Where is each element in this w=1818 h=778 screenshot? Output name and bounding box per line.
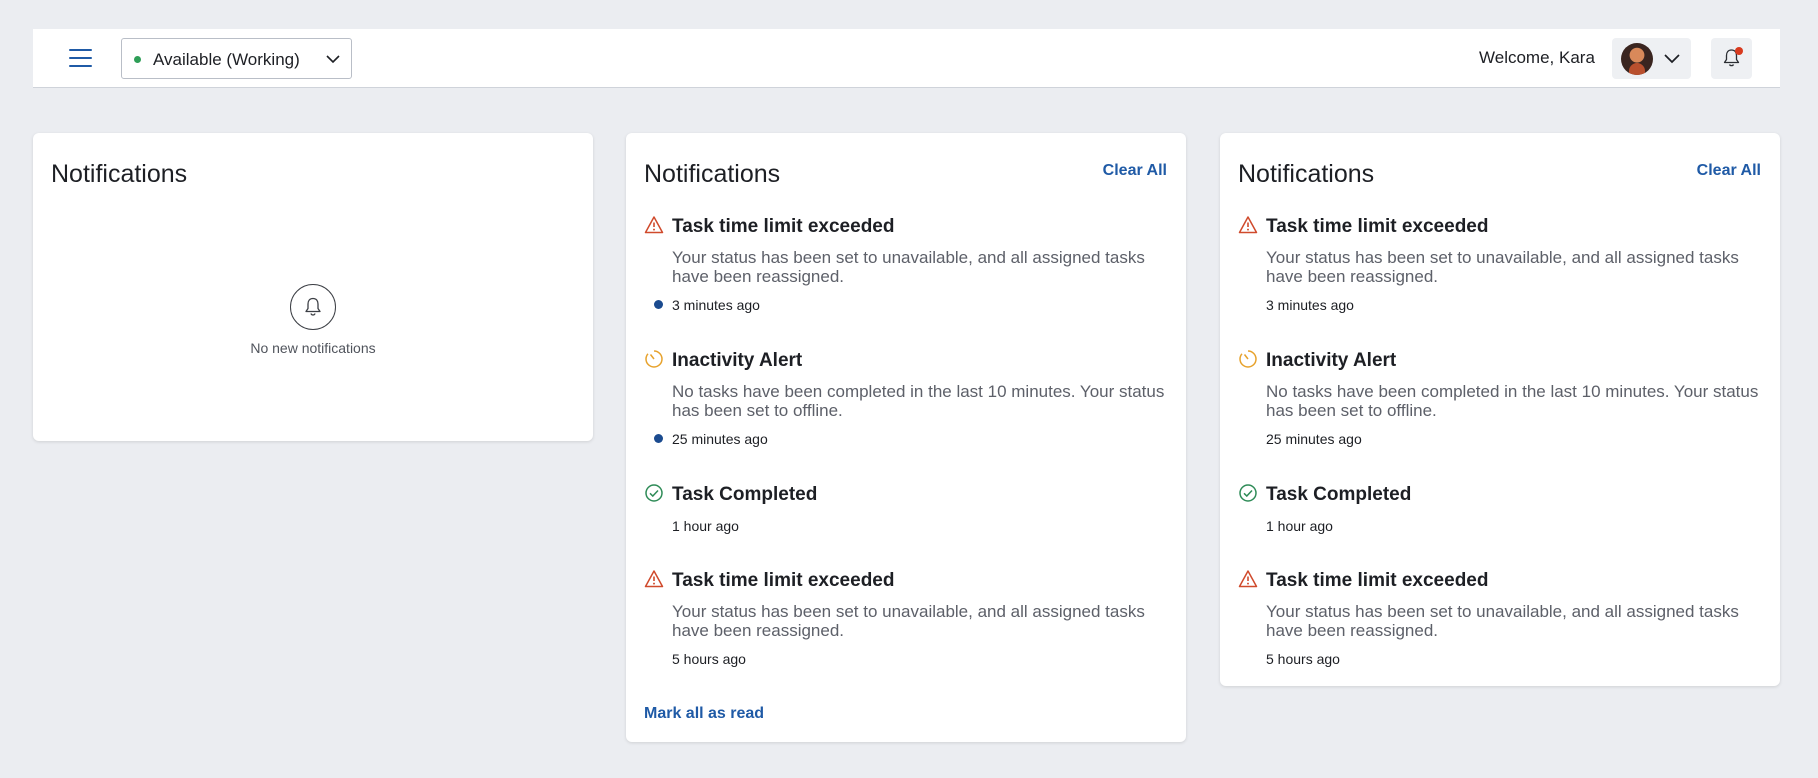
check-circle-icon bbox=[645, 484, 663, 502]
clear-all-link[interactable]: Clear All bbox=[1103, 162, 1167, 180]
notification-title: Task time limit exceeded bbox=[672, 216, 895, 237]
panel-title: Notifications bbox=[51, 160, 188, 188]
empty-bell-icon bbox=[290, 284, 336, 330]
warning-icon bbox=[644, 570, 664, 588]
avatar bbox=[1621, 43, 1653, 75]
notifications-panel-empty: Notifications No new notifications bbox=[33, 133, 593, 441]
timer-icon bbox=[645, 349, 663, 368]
warning-icon bbox=[1238, 570, 1258, 588]
notification-title: Task Completed bbox=[1266, 484, 1412, 505]
chevron-down-icon bbox=[1664, 54, 1680, 64]
mark-all-read-link[interactable]: Mark all as read bbox=[644, 705, 764, 723]
unread-dot-icon bbox=[654, 300, 663, 309]
top-bar: Available (Working) Welcome, Kara bbox=[33, 29, 1780, 88]
status-dropdown[interactable]: Available (Working) bbox=[121, 38, 352, 79]
status-dot-icon bbox=[134, 56, 141, 63]
notification-time: 5 hours ago bbox=[1266, 651, 1340, 667]
user-menu-button[interactable] bbox=[1612, 38, 1691, 79]
notification-title: Task time limit exceeded bbox=[672, 570, 895, 591]
hamburger-menu-icon[interactable] bbox=[67, 45, 95, 73]
notification-time: 25 minutes ago bbox=[672, 431, 768, 447]
status-label: Available (Working) bbox=[153, 50, 300, 69]
warning-icon bbox=[1238, 216, 1258, 234]
notification-time: 1 hour ago bbox=[672, 518, 739, 534]
notification-body: Your status has been set to unavailable,… bbox=[1266, 602, 1739, 640]
panel-title: Notifications bbox=[1238, 160, 1375, 188]
notification-title: Task time limit exceeded bbox=[1266, 216, 1489, 237]
notification-time: 5 hours ago bbox=[672, 651, 746, 667]
notification-time: 3 minutes ago bbox=[1266, 297, 1354, 313]
notification-badge bbox=[1735, 47, 1743, 55]
notification-title: Inactivity Alert bbox=[672, 350, 803, 371]
notification-body: No tasks have been completed in the last… bbox=[1266, 382, 1759, 420]
notification-time: 1 hour ago bbox=[1266, 518, 1333, 534]
notification-time: 25 minutes ago bbox=[1266, 431, 1362, 447]
notification-body: Your status has been set to unavailable,… bbox=[672, 602, 1145, 640]
notifications-panel-read: Notifications Clear All Task time limit … bbox=[1220, 133, 1780, 686]
notification-title: Task Completed bbox=[672, 484, 818, 505]
notifications-button[interactable] bbox=[1711, 38, 1752, 79]
empty-state-text: No new notifications bbox=[250, 340, 376, 356]
unread-dot-icon bbox=[654, 434, 663, 443]
notification-title: Task time limit exceeded bbox=[1266, 570, 1489, 591]
panel-title: Notifications bbox=[644, 160, 781, 188]
chevron-down-icon bbox=[326, 55, 340, 64]
notification-body: Your status has been set to unavailable,… bbox=[1266, 248, 1739, 286]
notification-body: Your status has been set to unavailable,… bbox=[672, 248, 1145, 286]
notification-time: 3 minutes ago bbox=[672, 297, 760, 313]
welcome-text: Welcome, Kara bbox=[1479, 48, 1595, 67]
timer-icon bbox=[1239, 349, 1257, 368]
notification-body: No tasks have been completed in the last… bbox=[672, 382, 1165, 420]
warning-icon bbox=[644, 216, 664, 234]
notifications-panel-unread: Notifications Clear All Task time limit … bbox=[626, 133, 1186, 742]
clear-all-link[interactable]: Clear All bbox=[1697, 162, 1761, 180]
check-circle-icon bbox=[1239, 484, 1257, 502]
notification-title: Inactivity Alert bbox=[1266, 350, 1397, 371]
